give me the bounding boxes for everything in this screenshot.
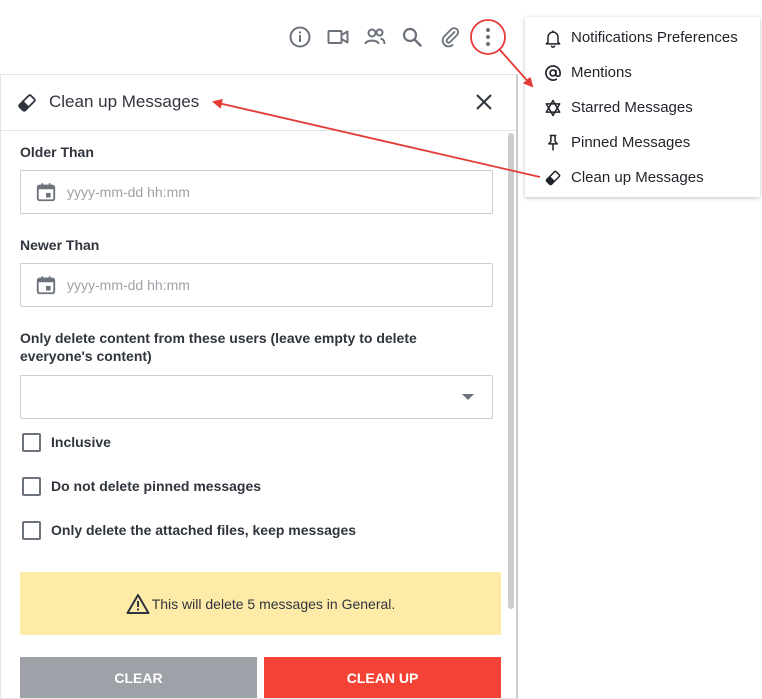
menu-item-starred-messages[interactable]: Starred Messages: [525, 90, 760, 125]
older-than-label: Older Than: [20, 144, 94, 160]
star-of-david-icon: [542, 97, 564, 119]
menu-item-clean-up-messages[interactable]: Clean up Messages: [525, 160, 760, 195]
menu-item-label: Clean up Messages: [571, 169, 704, 186]
clean-up-button[interactable]: CLEAN UP: [264, 657, 501, 698]
users-select[interactable]: [20, 375, 493, 419]
newer-than-placeholder: yyyy-mm-dd hh:mm: [67, 277, 190, 293]
info-icon[interactable]: [287, 24, 313, 50]
files-only-checkbox-row[interactable]: Only delete the attached files, keep mes…: [22, 520, 356, 540]
menu-item-label: Notifications Preferences: [571, 29, 738, 46]
menu-item-pinned-messages[interactable]: Pinned Messages: [525, 125, 760, 160]
users-label-line1: Only delete content from these users (le…: [20, 330, 417, 346]
pinned-checkbox[interactable]: [22, 476, 41, 496]
menu-item-label: Mentions: [571, 64, 632, 81]
eraser-icon: [18, 94, 36, 112]
panel-title: Clean up Messages: [49, 92, 200, 111]
newer-than-label: Newer Than: [20, 237, 100, 253]
menu-item-notifications-preferences[interactable]: Notifications Preferences: [525, 20, 760, 55]
video-icon[interactable]: [325, 24, 351, 50]
users-label-line2: everyone's content): [20, 348, 152, 364]
inclusive-checkbox[interactable]: [22, 432, 41, 452]
close-icon[interactable]: [472, 90, 496, 114]
clear-button[interactable]: CLEAR: [20, 657, 257, 698]
inclusive-label: Inclusive: [51, 434, 111, 450]
panel-scrollbar[interactable]: [508, 133, 514, 609]
chevron-down-icon: [462, 394, 474, 400]
bell-icon: [542, 27, 564, 49]
older-than-field[interactable]: yyyy-mm-dd hh:mm: [20, 170, 493, 214]
pin-icon: [542, 132, 564, 154]
at-icon: [542, 62, 564, 84]
members-icon[interactable]: [362, 24, 388, 50]
pinned-label: Do not delete pinned messages: [51, 478, 262, 494]
eraser-icon: [542, 167, 564, 189]
panel-header: Clean up Messages: [1, 75, 516, 131]
calendar-icon: [36, 183, 56, 202]
room-options-menu: Notifications Preferences Mentions Starr…: [525, 17, 760, 197]
attachment-icon[interactable]: [437, 24, 463, 50]
room-toolbar: [0, 0, 518, 74]
files-only-checkbox[interactable]: [22, 520, 41, 540]
menu-item-mentions[interactable]: Mentions: [525, 55, 760, 90]
files-only-label: Only delete the attached files, keep mes…: [51, 522, 357, 538]
menu-item-label: Pinned Messages: [571, 134, 691, 151]
warning-icon: [126, 593, 150, 614]
warning-text: This will delete 5 messages in General.: [151, 595, 396, 612]
calendar-icon: [36, 276, 56, 295]
menu-item-label: Starred Messages: [571, 99, 693, 116]
clean-up-messages-panel: Clean up Messages Older Than yyyy-mm-dd …: [0, 74, 518, 699]
pinned-checkbox-row[interactable]: Do not delete pinned messages: [22, 476, 261, 496]
search-icon[interactable]: [399, 24, 425, 50]
kebab-menu-icon[interactable]: [475, 24, 501, 50]
warning-banner: This will delete 5 messages in General.: [20, 572, 501, 635]
inclusive-checkbox-row[interactable]: Inclusive: [22, 432, 111, 452]
older-than-placeholder: yyyy-mm-dd hh:mm: [67, 184, 190, 200]
newer-than-field[interactable]: yyyy-mm-dd hh:mm: [20, 263, 493, 307]
